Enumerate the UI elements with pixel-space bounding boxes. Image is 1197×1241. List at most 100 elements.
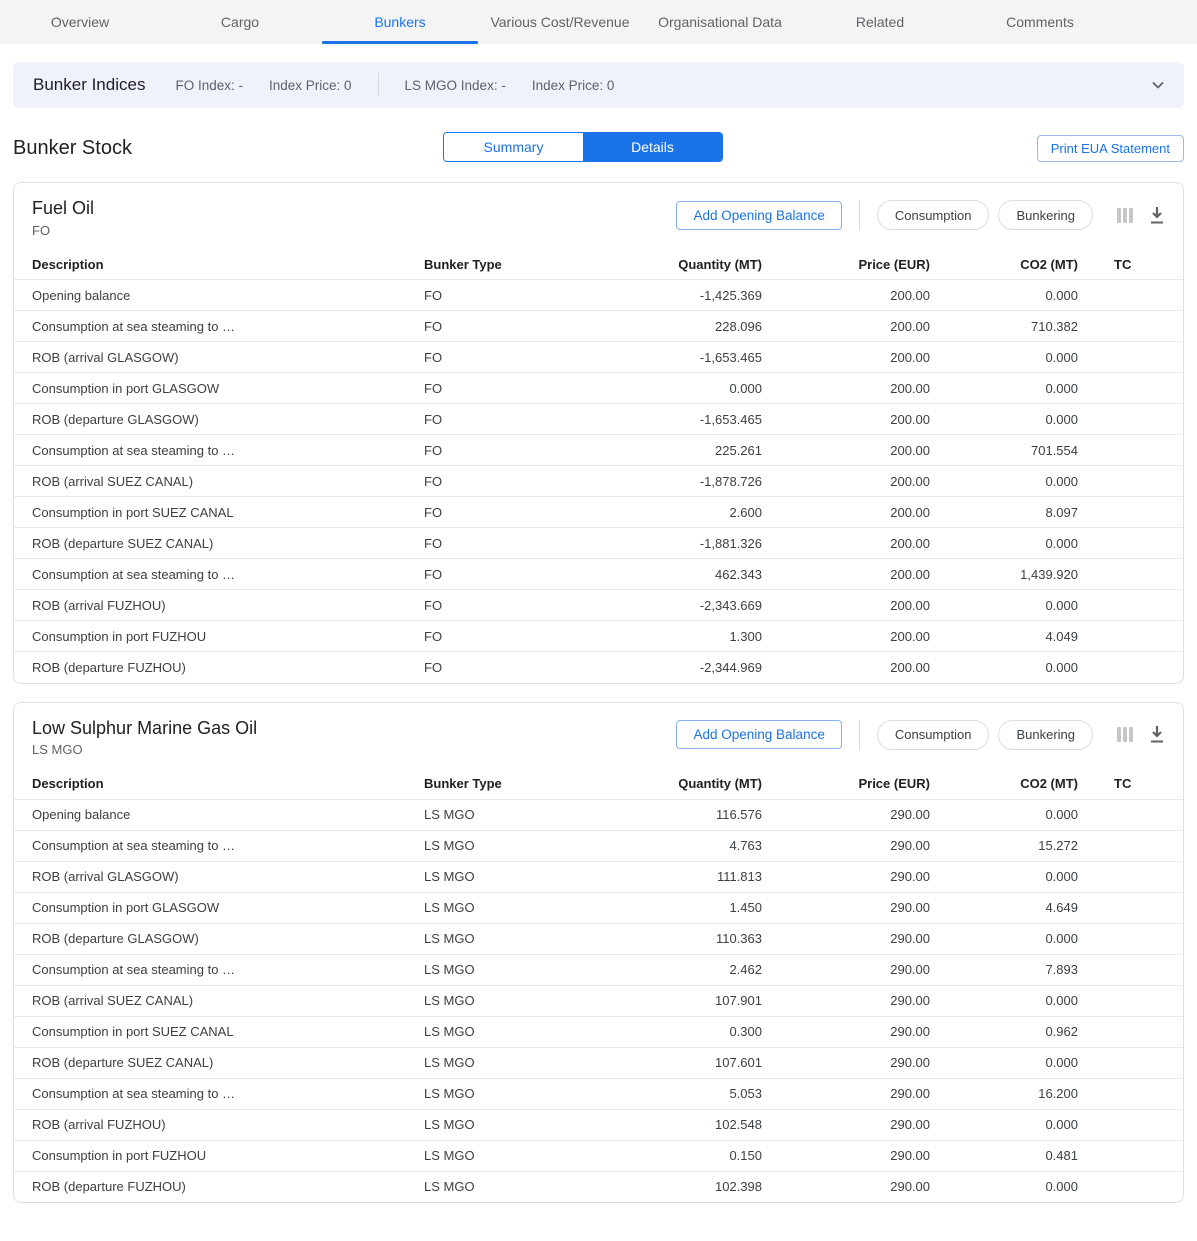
- tab-overview[interactable]: Overview: [0, 0, 160, 44]
- tab-bunkers[interactable]: Bunkers: [320, 0, 480, 44]
- cell-co2: 0.000: [930, 280, 1078, 311]
- table-row[interactable]: ROB (departure FUZHOU)LS MGO102.398290.0…: [14, 1171, 1183, 1202]
- cell-description: Consumption in port FUZHOU: [14, 1140, 424, 1171]
- cell-description: Consumption in port SUEZ CANAL: [14, 1016, 424, 1047]
- indices-divider: [378, 73, 379, 97]
- cell-quantity: -1,878.726: [574, 466, 762, 497]
- table-row[interactable]: Consumption in port FUZHOULS MGO0.150290…: [14, 1140, 1183, 1171]
- table-row[interactable]: ROB (departure GLASGOW)FO-1,653.465200.0…: [14, 404, 1183, 435]
- cell-co2: 0.000: [930, 799, 1078, 830]
- cell-price: 290.00: [762, 830, 930, 861]
- details-toggle-button[interactable]: Details: [583, 133, 722, 161]
- table-row[interactable]: Consumption at sea steaming to …LS MGO2.…: [14, 954, 1183, 985]
- cell-quantity: 116.576: [574, 799, 762, 830]
- table-row[interactable]: Opening balanceFO-1,425.369200.000.000: [14, 280, 1183, 311]
- table-row[interactable]: Consumption in port GLASGOWLS MGO1.45029…: [14, 892, 1183, 923]
- cell-bunker-type: FO: [424, 404, 574, 435]
- table-row[interactable]: Consumption at sea steaming to …LS MGO4.…: [14, 830, 1183, 861]
- col-header-price: Price (EUR): [762, 769, 930, 799]
- cell-description: ROB (arrival SUEZ CANAL): [14, 466, 424, 497]
- table-row[interactable]: Consumption in port SUEZ CANALFO2.600200…: [14, 497, 1183, 528]
- cell-price: 290.00: [762, 861, 930, 892]
- column-selector-icon[interactable]: [1117, 727, 1134, 742]
- cell-bunker-type: LS MGO: [424, 1109, 574, 1140]
- cell-tc: [1078, 954, 1183, 985]
- table-row[interactable]: ROB (departure SUEZ CANAL)FO-1,881.32620…: [14, 528, 1183, 559]
- consumption-button[interactable]: Consumption: [877, 720, 990, 750]
- cell-tc: [1078, 1078, 1183, 1109]
- table-row[interactable]: Consumption at sea steaming to …LS MGO5.…: [14, 1078, 1183, 1109]
- tab-related[interactable]: Related: [800, 0, 960, 44]
- cell-price: 290.00: [762, 985, 930, 1016]
- print-eua-statement-button[interactable]: Print EUA Statement: [1037, 135, 1184, 162]
- cell-bunker-type: LS MGO: [424, 954, 574, 985]
- cell-quantity: -1,653.465: [574, 342, 762, 373]
- download-icon[interactable]: [1149, 726, 1165, 743]
- table-row[interactable]: ROB (departure GLASGOW)LS MGO110.363290.…: [14, 923, 1183, 954]
- col-header-co2: CO2 (MT): [930, 769, 1078, 799]
- col-header-description: Description: [14, 769, 424, 799]
- tab-cargo[interactable]: Cargo: [160, 0, 320, 44]
- bunkering-button[interactable]: Bunkering: [998, 720, 1093, 750]
- table-row[interactable]: Consumption at sea steaming to …FO225.26…: [14, 435, 1183, 466]
- table-row[interactable]: ROB (arrival GLASGOW)FO-1,653.465200.000…: [14, 342, 1183, 373]
- table-row[interactable]: ROB (arrival FUZHOU)FO-2,343.669200.000.…: [14, 590, 1183, 621]
- cell-bunker-type: FO: [424, 528, 574, 559]
- cell-quantity: 2.600: [574, 497, 762, 528]
- cell-description: ROB (arrival FUZHOU): [14, 1109, 424, 1140]
- table-row[interactable]: Consumption in port FUZHOUFO1.300200.004…: [14, 621, 1183, 652]
- cell-tc: [1078, 373, 1183, 404]
- table-row[interactable]: ROB (departure SUEZ CANAL)LS MGO107.6012…: [14, 1047, 1183, 1078]
- download-icon[interactable]: [1149, 207, 1165, 224]
- card-subtitle: LS MGO: [32, 742, 257, 757]
- summary-toggle-button[interactable]: Summary: [444, 133, 583, 161]
- col-header-quantity: Quantity (MT): [574, 250, 762, 280]
- table-row[interactable]: Opening balanceLS MGO116.576290.000.000: [14, 799, 1183, 830]
- cell-tc: [1078, 311, 1183, 342]
- bunker-stock-header: Bunker Stock Summary Details Print EUA S…: [13, 132, 1184, 164]
- cell-bunker-type: FO: [424, 497, 574, 528]
- table-row[interactable]: Consumption at sea steaming to …FO462.34…: [14, 559, 1183, 590]
- tab-various-cost-revenue[interactable]: Various Cost/Revenue: [480, 0, 640, 44]
- fo-index-value: FO Index: -: [175, 78, 243, 93]
- cell-co2: 4.649: [930, 892, 1078, 923]
- ls-mgo-index-value: LS MGO Index: -: [405, 78, 506, 93]
- cell-co2: 0.000: [930, 985, 1078, 1016]
- cell-quantity: 462.343: [574, 559, 762, 590]
- tab-organisational-data[interactable]: Organisational Data: [640, 0, 800, 44]
- cell-co2: 0.000: [930, 466, 1078, 497]
- chevron-down-icon[interactable]: [1150, 77, 1166, 93]
- cell-price: 290.00: [762, 1171, 930, 1202]
- table-row[interactable]: Consumption in port GLASGOWFO0.000200.00…: [14, 373, 1183, 404]
- cell-co2: 0.000: [930, 342, 1078, 373]
- col-header-description: Description: [14, 250, 424, 280]
- table-header-row: Description Bunker Type Quantity (MT) Pr…: [14, 769, 1183, 799]
- cell-price: 200.00: [762, 373, 930, 404]
- table-row[interactable]: ROB (arrival SUEZ CANAL)FO-1,878.726200.…: [14, 466, 1183, 497]
- cell-price: 200.00: [762, 466, 930, 497]
- column-selector-icon[interactable]: [1117, 208, 1134, 223]
- actions-divider: [859, 720, 860, 750]
- table-row[interactable]: ROB (departure FUZHOU)FO-2,344.969200.00…: [14, 652, 1183, 683]
- actions-divider: [859, 200, 860, 230]
- table-row[interactable]: ROB (arrival FUZHOU)LS MGO102.548290.000…: [14, 1109, 1183, 1140]
- add-opening-balance-button[interactable]: Add Opening Balance: [676, 201, 841, 230]
- add-opening-balance-button[interactable]: Add Opening Balance: [676, 720, 841, 749]
- cell-bunker-type: LS MGO: [424, 1171, 574, 1202]
- card-title: Fuel Oil: [32, 198, 94, 220]
- cell-price: 200.00: [762, 652, 930, 683]
- bunkering-button[interactable]: Bunkering: [998, 200, 1093, 230]
- col-header-tc: TC: [1078, 250, 1183, 280]
- tab-comments[interactable]: Comments: [960, 0, 1120, 44]
- card-actions: Add Opening Balance Consumption Bunkerin…: [676, 720, 1165, 750]
- cell-quantity: 110.363: [574, 923, 762, 954]
- cell-bunker-type: LS MGO: [424, 799, 574, 830]
- table-row[interactable]: ROB (arrival SUEZ CANAL)LS MGO107.901290…: [14, 985, 1183, 1016]
- table-row[interactable]: ROB (arrival GLASGOW)LS MGO111.813290.00…: [14, 861, 1183, 892]
- cell-bunker-type: FO: [424, 373, 574, 404]
- table-row[interactable]: Consumption at sea steaming to …FO228.09…: [14, 311, 1183, 342]
- cell-bunker-type: FO: [424, 280, 574, 311]
- consumption-button[interactable]: Consumption: [877, 200, 990, 230]
- cell-description: Consumption at sea steaming to …: [14, 311, 424, 342]
- table-row[interactable]: Consumption in port SUEZ CANALLS MGO0.30…: [14, 1016, 1183, 1047]
